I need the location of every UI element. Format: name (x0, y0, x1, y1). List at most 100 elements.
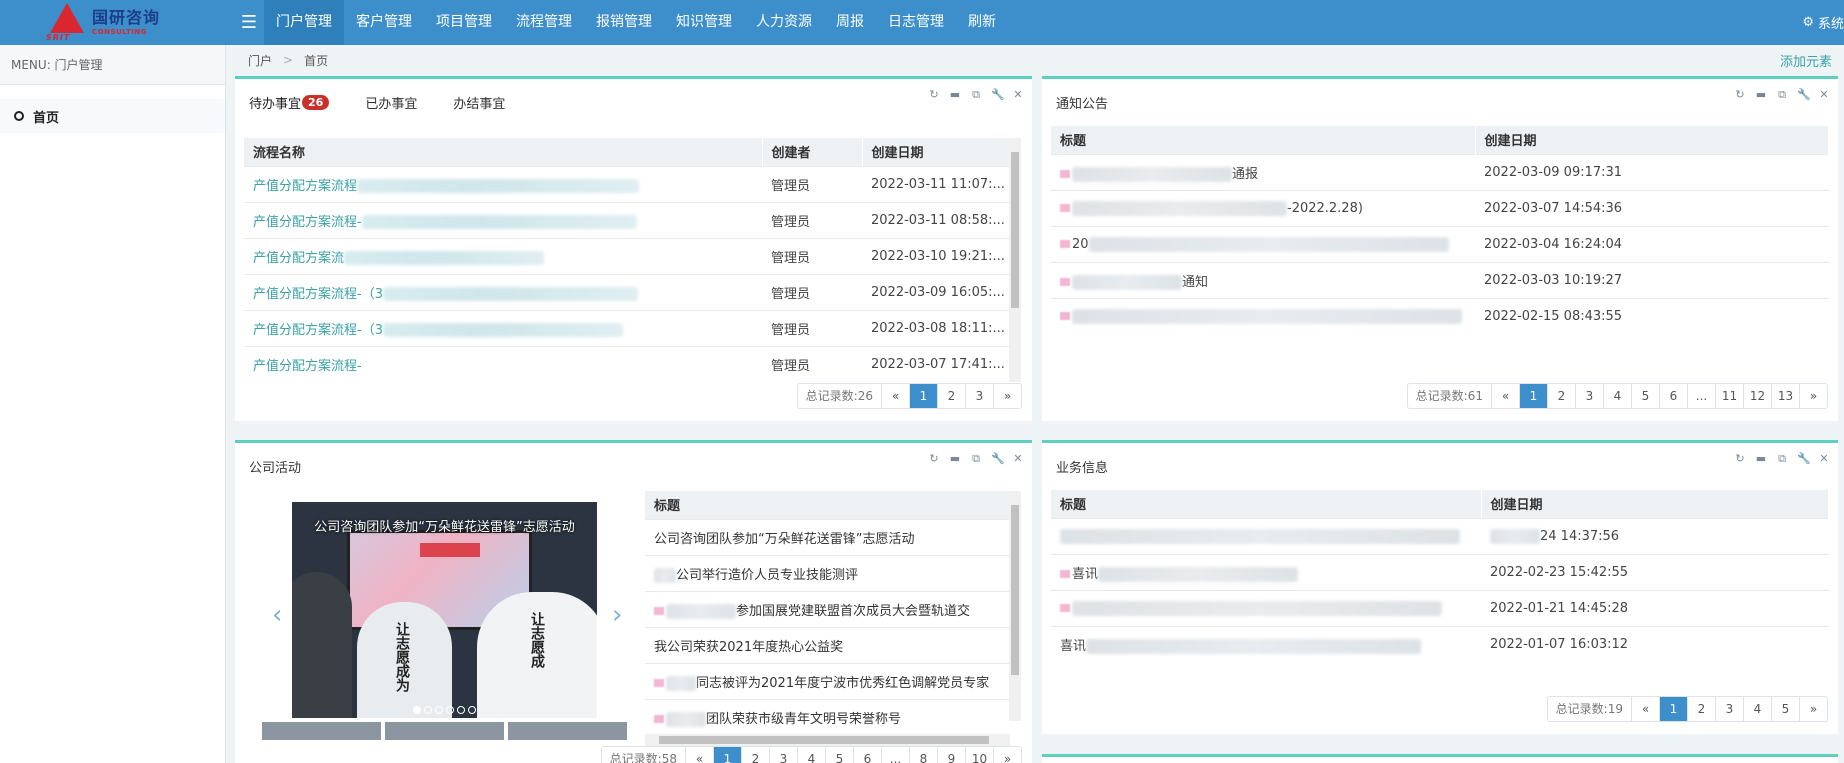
table-row[interactable]: 团队荣获市级青年文明号荣誉称号 (645, 698, 1010, 734)
row-title[interactable]: 喜讯 (1060, 639, 1086, 654)
pagination-prev[interactable]: « (881, 384, 909, 408)
refresh-icon[interactable]: ↻ (1734, 89, 1746, 101)
pagination-page[interactable]: 5 (1771, 697, 1799, 721)
pagination-page[interactable]: 3 (1715, 697, 1743, 721)
todo-scrollbar[interactable] (1009, 138, 1021, 382)
copy-icon[interactable]: ⧉ (1776, 453, 1788, 465)
add-element-link[interactable]: 添加元素 (1780, 51, 1832, 70)
carousel-prev-icon[interactable]: ‹ (272, 600, 282, 630)
nav-item-portal[interactable]: 门户管理 (264, 0, 344, 45)
row-title[interactable]: 参加国展党建联盟首次成员大会暨轨道交 (736, 604, 970, 619)
pagination-page[interactable]: 13 (1771, 384, 1799, 408)
row-name[interactable]: 产值分配方案流程-（3 (253, 287, 383, 302)
table-row[interactable]: 公司咨询团队参加“万朵鲜花送雷锋”志愿活动 (645, 518, 1010, 555)
carousel-dot[interactable] (468, 706, 476, 714)
column-header-date[interactable]: 创建日期 (1481, 490, 1829, 518)
column-header-title[interactable]: 标题 (1051, 490, 1482, 518)
row-title[interactable]: 喜讯 (1072, 567, 1098, 582)
wrench-icon[interactable]: 🔧 (1797, 453, 1811, 465)
table-row[interactable]: 20 2022-03-04 16:24:04 (1051, 225, 1829, 262)
pagination-page[interactable]: 9 (937, 747, 965, 763)
pagination-page[interactable]: 2 (741, 747, 769, 763)
table-row[interactable]: 参加国展党建联盟首次成员大会暨轨道交 (645, 590, 1010, 627)
table-row[interactable]: 同志被评为2021年度宁波市优秀红色调解党员专家 (645, 662, 1010, 699)
pagination-page[interactable]: 2 (1547, 384, 1575, 408)
table-row[interactable]: 产值分配方案流程- 管理员 2022-03-07 17:41:... (244, 345, 1010, 378)
pagination-prev[interactable]: « (1631, 697, 1659, 721)
pagination-page[interactable]: 4 (1743, 697, 1771, 721)
table-row[interactable]: 喜讯 2022-02-23 15:42:55 (1051, 553, 1829, 590)
row-title[interactable]: 同志被评为2021年度宁波市优秀红色调解党员专家 (696, 676, 989, 691)
copy-icon[interactable]: ⧉ (1776, 89, 1788, 101)
row-title[interactable]: -2022.2.28) (1287, 201, 1363, 216)
pagination-page[interactable]: 10 (965, 747, 993, 763)
pagination-next[interactable]: » (993, 747, 1021, 763)
tab-todo[interactable]: 待办事宜 26 (249, 89, 330, 116)
row-name[interactable]: 产值分配方案流程 (253, 179, 357, 194)
table-row[interactable]: 2022-02-15 08:43:55 (1051, 297, 1829, 334)
activity-carousel[interactable]: 让志愿成为 让志愿成 公司咨询团队参加“万朵鲜花送雷锋”志愿活动 (292, 502, 597, 718)
tab-finished[interactable]: 办结事宜 (453, 89, 505, 116)
pagination-page[interactable]: 12 (1743, 384, 1771, 408)
pagination-page[interactable]: 2 (937, 384, 965, 408)
carousel-dot[interactable] (413, 706, 421, 714)
tab-done[interactable]: 已办事宜 (365, 89, 417, 116)
pagination-page[interactable]: 3 (965, 384, 993, 408)
column-header-creator[interactable]: 创建者 (762, 138, 863, 166)
pagination-page[interactable]: 1 (1519, 384, 1547, 408)
table-row[interactable]: 产值分配方案流程-（3 管理员 2022-03-09 16:05:... (244, 273, 1010, 310)
carousel-thumbnails[interactable] (262, 722, 627, 740)
copy-icon[interactable]: ⧉ (970, 89, 982, 101)
table-row[interactable]: 我公司荣获2021年度热心公益奖 (645, 626, 1010, 663)
pagination-page[interactable]: 1 (909, 384, 937, 408)
refresh-icon[interactable]: ↻ (928, 453, 940, 465)
breadcrumb-portal[interactable]: 门户 (248, 52, 272, 69)
nav-item-hr[interactable]: 人力资源 (744, 0, 824, 45)
close-icon[interactable]: ✕ (1012, 453, 1024, 465)
pagination-page[interactable]: 2 (1687, 697, 1715, 721)
sidebar-item-home[interactable]: 首页 (0, 99, 225, 133)
pagination-prev[interactable]: « (1491, 384, 1519, 408)
column-header-title[interactable]: 标题 (645, 491, 1010, 519)
wrench-icon[interactable]: 🔧 (991, 89, 1005, 101)
pagination-page[interactable]: 5 (1631, 384, 1659, 408)
pagination-page[interactable]: 11 (1715, 384, 1743, 408)
carousel-dot[interactable] (446, 706, 454, 714)
pagination-page[interactable]: 5 (825, 747, 853, 763)
pagination-page[interactable]: 6 (853, 747, 881, 763)
row-title[interactable]: 我公司荣获2021年度热心公益奖 (645, 626, 1010, 663)
row-name[interactable]: 产值分配方案流 (253, 251, 344, 266)
pagination-page[interactable]: 1 (1659, 697, 1687, 721)
nav-item-knowledge[interactable]: 知识管理 (664, 0, 744, 45)
table-row[interactable]: 喜讯 2022-01-07 16:03:12 (1051, 625, 1829, 662)
table-row[interactable]: 产值分配方案流程-（3 管理员 2022-03-08 18:11:... (244, 309, 1010, 346)
close-icon[interactable]: ✕ (1818, 453, 1830, 465)
pagination-prev[interactable]: « (685, 747, 713, 763)
carousel-thumbnail[interactable] (385, 722, 504, 740)
row-title[interactable]: 团队荣获市级青年文明号荣誉称号 (706, 712, 901, 727)
nav-item-workflow[interactable]: 流程管理 (504, 0, 584, 45)
table-row[interactable]: 产值分配方案流程 管理员 2022-03-11 11:07:... (244, 165, 1010, 202)
carousel-dot[interactable] (457, 706, 465, 714)
carousel-thumbnail[interactable] (508, 722, 627, 740)
nav-item-customers[interactable]: 客户管理 (344, 0, 424, 45)
row-title[interactable]: 通知 (1182, 275, 1208, 290)
row-title[interactable]: 公司举行造价人员专业技能测评 (676, 568, 858, 583)
row-title[interactable]: 通报 (1232, 167, 1258, 182)
refresh-icon[interactable]: ↻ (1734, 453, 1746, 465)
nav-item-projects[interactable]: 项目管理 (424, 0, 504, 45)
table-row[interactable]: 通报 2022-03-09 09:17:31 (1051, 153, 1829, 190)
table-row[interactable]: 通知 2022-03-03 10:19:27 (1051, 261, 1829, 298)
table-row[interactable]: -2022.2.28) 2022-03-07 14:54:36 (1051, 189, 1829, 226)
menu-toggle-icon[interactable]: ☰ (234, 0, 264, 45)
nav-item-refresh[interactable]: 刷新 (956, 0, 1008, 45)
row-name[interactable]: 产值分配方案流程- (253, 359, 362, 374)
pagination-next[interactable]: » (1799, 697, 1827, 721)
pagination-page[interactable]: 1 (713, 747, 741, 763)
pagination-page[interactable]: 4 (1603, 384, 1631, 408)
nav-item-expenses[interactable]: 报销管理 (584, 0, 664, 45)
table-row[interactable]: 公司举行造价人员专业技能测评 (645, 554, 1010, 591)
pagination-page[interactable]: 3 (1575, 384, 1603, 408)
row-title[interactable]: 20 (1072, 237, 1089, 252)
carousel-next-icon[interactable]: › (612, 600, 622, 630)
